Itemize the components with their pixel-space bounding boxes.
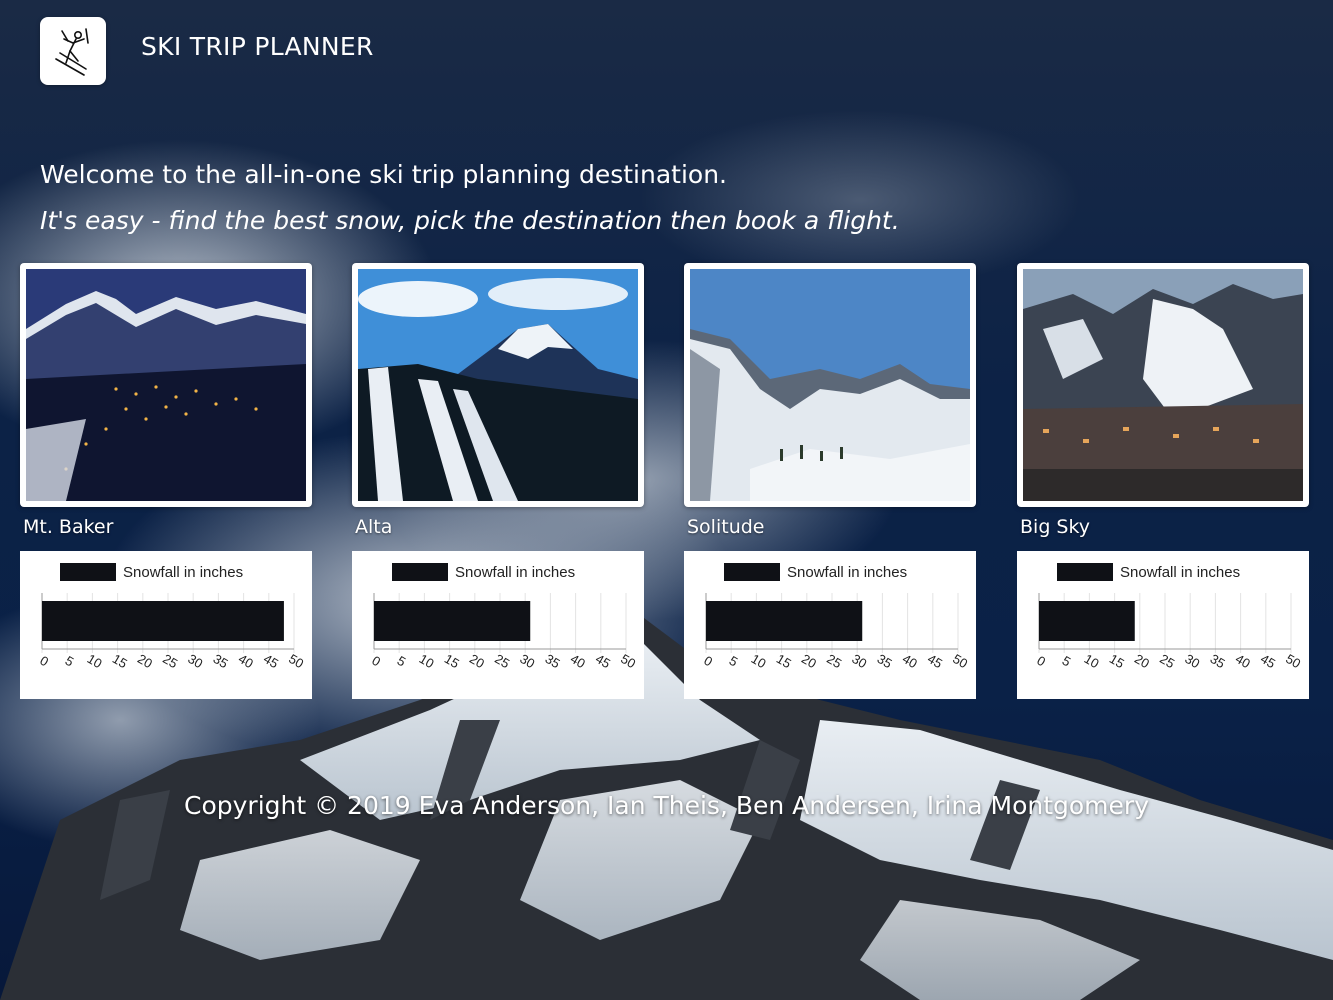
snowfall-chart: Snowfall in inches 0 5 10 15 20 25 30 35 40 45 50 [352, 551, 644, 699]
tick-label: 25 [824, 651, 844, 671]
tick-label: 30 [185, 651, 205, 671]
welcome-text: Welcome to the all-in-one ski trip plann… [40, 160, 727, 189]
tick-label: 5 [63, 653, 77, 670]
legend-label: Snowfall in inches [123, 564, 243, 581]
app-title: SKI TRIP PLANNER [141, 32, 374, 61]
resort-photo-frame[interactable] [1017, 263, 1309, 507]
snowfall-chart-svg: Snowfall in inches 0 5 10 15 20 25 30 35 40 45 50 [37, 563, 306, 671]
tick-label: 45 [593, 651, 613, 671]
legend-swatch [60, 563, 116, 581]
tick-label: 40 [900, 651, 920, 671]
tick-label: 50 [618, 651, 638, 671]
tick-label: 20 [799, 651, 819, 671]
tick-label: 30 [1182, 651, 1202, 671]
tick-label: 40 [1233, 651, 1253, 671]
snowfall-chart-svg: Snowfall in inches 0 5 10 15 20 25 30 35 40 45 50 [1034, 563, 1303, 671]
resort-card[interactable]: Mt. Baker Snowfall in inches 0 5 10 15 20 25 30… [20, 263, 312, 699]
resort-photo [1023, 269, 1303, 501]
snowfall-chart-svg: Snowfall in inches 0 5 10 15 20 25 30 35 40 45 50 [701, 563, 970, 671]
tick-label: 0 [701, 653, 715, 670]
tick-label: 25 [1157, 651, 1177, 671]
tick-label: 20 [135, 651, 155, 671]
legend-swatch [1057, 563, 1113, 581]
tick-label: 0 [369, 653, 383, 670]
resort-name[interactable]: Alta [352, 515, 644, 543]
tick-label: 20 [467, 651, 487, 671]
legend-swatch [724, 563, 780, 581]
tick-label: 10 [417, 651, 437, 671]
snowfall-bar [706, 601, 863, 641]
tick-label: 35 [875, 651, 895, 671]
tick-label: 35 [1208, 651, 1228, 671]
tick-label: 40 [568, 651, 588, 671]
snowfall-bar [374, 601, 531, 641]
resort-name[interactable]: Mt. Baker [20, 515, 312, 543]
snowfall-chart: Snowfall in inches 0 5 10 15 20 25 30 35 40 45 50 [684, 551, 976, 699]
tick-label: 0 [37, 653, 51, 670]
tick-label: 50 [950, 651, 970, 671]
snowfall-chart: Snowfall in inches 0 5 10 15 20 25 30 35 40 45 50 [1017, 551, 1309, 699]
copyright-footer: Copyright © 2019 Eva Anderson, Ian Theis… [184, 791, 1149, 820]
resort-card[interactable]: Big Sky Snowfall in inches 0 5 10 15 20 25 30 35… [1017, 263, 1309, 699]
tick-label: 35 [543, 651, 563, 671]
tick-label: 10 [1082, 651, 1102, 671]
tick-label: 30 [517, 651, 537, 671]
tick-label: 10 [749, 651, 769, 671]
app-logo[interactable] [40, 17, 106, 85]
legend-label: Snowfall in inches [787, 564, 907, 581]
resort-photo [358, 269, 638, 501]
tagline-text: It's easy - find the best snow, pick the… [40, 206, 900, 235]
tick-label: 15 [110, 651, 130, 671]
tick-label: 15 [442, 651, 462, 671]
resort-name[interactable]: Big Sky [1017, 515, 1309, 543]
tick-label: 50 [286, 651, 306, 671]
tick-label: 0 [1034, 653, 1048, 670]
tick-label: 15 [1107, 651, 1127, 671]
resort-photo-frame[interactable] [684, 263, 976, 507]
tick-label: 25 [492, 651, 512, 671]
legend-label: Snowfall in inches [1120, 564, 1240, 581]
tick-label: 5 [727, 653, 741, 670]
resort-photo-frame[interactable] [352, 263, 644, 507]
snowfall-chart-svg: Snowfall in inches 0 5 10 15 20 25 30 35 40 45 50 [369, 563, 638, 671]
tick-label: 35 [211, 651, 231, 671]
tick-label: 10 [85, 651, 105, 671]
tick-label: 50 [1283, 651, 1303, 671]
skier-icon [55, 28, 89, 76]
resort-photo-frame[interactable] [20, 263, 312, 507]
resort-name[interactable]: Solitude [684, 515, 976, 543]
tick-label: 40 [236, 651, 256, 671]
tick-label: 15 [774, 651, 794, 671]
tick-label: 20 [1132, 651, 1152, 671]
tick-label: 25 [160, 651, 180, 671]
snowfall-bar [42, 601, 284, 641]
tick-label: 45 [925, 651, 945, 671]
snowfall-bar [1039, 601, 1135, 641]
tick-label: 30 [849, 651, 869, 671]
resort-photo [26, 269, 306, 501]
legend-label: Snowfall in inches [455, 564, 575, 581]
tick-label: 45 [261, 651, 281, 671]
tick-label: 5 [395, 653, 409, 670]
legend-swatch [392, 563, 448, 581]
snowfall-chart: Snowfall in inches 0 5 10 15 20 25 30 35 40 45 50 [20, 551, 312, 699]
tick-label: 45 [1258, 651, 1278, 671]
resort-card[interactable]: Alta Snowfall in inches 0 5 10 15 20 25 30 35 40 4… [352, 263, 644, 699]
resort-card[interactable]: Solitude Snowfall in inches 0 5 10 15 20 25 30 3… [684, 263, 976, 699]
tick-label: 5 [1060, 653, 1074, 670]
resort-photo [690, 269, 970, 501]
